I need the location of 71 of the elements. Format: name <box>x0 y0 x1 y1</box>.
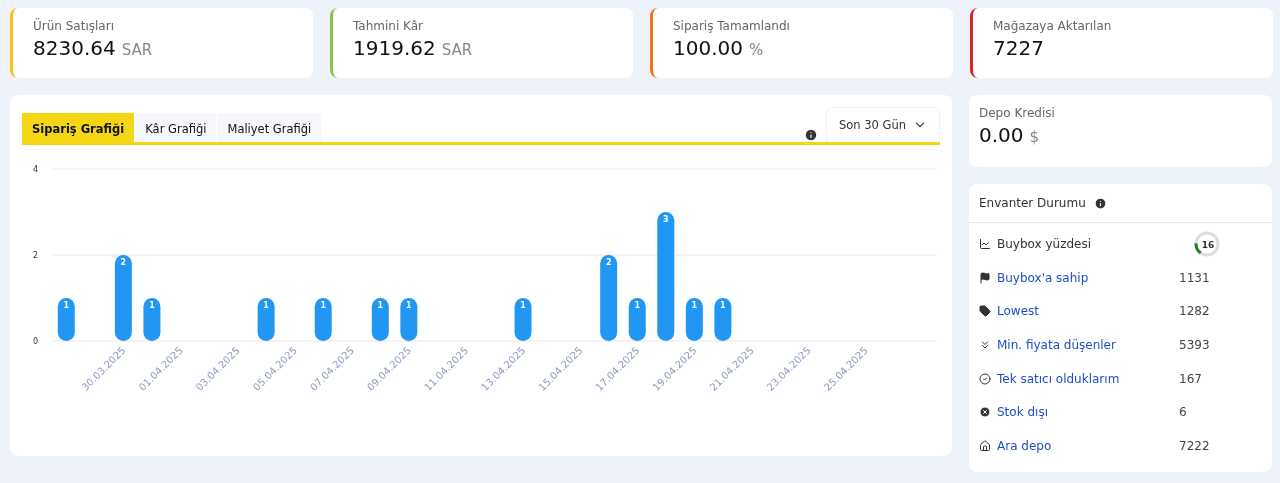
data-label: 1 <box>520 301 527 310</box>
data-label: 2 <box>120 258 127 267</box>
data-label: 1 <box>63 301 70 310</box>
inventory-link[interactable]: Lowest <box>997 304 1039 319</box>
y-axis-label: 0 <box>32 337 38 346</box>
data-label: 2 <box>605 258 612 267</box>
stat-unit: SAR <box>121 41 153 59</box>
data-label: 3 <box>663 215 669 224</box>
bar: 2 <box>114 255 132 341</box>
inventory-count: 167 <box>1179 371 1203 386</box>
bar: 1 <box>371 298 389 341</box>
bar: 1 <box>314 298 332 341</box>
bar: 3 <box>657 212 675 341</box>
data-label: 1 <box>320 301 327 310</box>
inventory-count: 6 <box>1179 405 1188 420</box>
data-label: 1 <box>406 301 413 310</box>
stat-label: Tahmini Kâr <box>353 19 425 33</box>
data-label: 1 <box>263 301 270 310</box>
chart-tab[interactable]: Sipariş Grafiği <box>22 113 135 142</box>
chart-tab[interactable]: Kâr Grafiği <box>135 113 217 142</box>
stat-value: 100.00 <box>673 36 743 60</box>
data-label: 1 <box>691 301 698 310</box>
inventory-link[interactable]: Stok dışı <box>997 405 1048 420</box>
bar: 1 <box>143 298 161 341</box>
line-chart-icon <box>979 237 991 250</box>
stat-value: 7227 <box>993 36 1044 60</box>
inventory-link[interactable]: Buybox'a sahip <box>997 270 1089 285</box>
stat-label: Ürün Satışları <box>33 19 115 33</box>
credit-unit: $ <box>1029 128 1040 146</box>
data-label: 1 <box>149 301 156 310</box>
credit-value: 0.00 <box>979 123 1024 147</box>
info-icon[interactable] <box>1093 196 1107 210</box>
y-axis-label: 2 <box>32 251 38 260</box>
stat-label: Sipariş Tamamlandı <box>673 19 791 33</box>
info-icon[interactable] <box>804 128 818 142</box>
chart-tab[interactable]: Maliyet Grafiği <box>217 113 322 142</box>
inventory-link[interactable]: Tek satıcı olduklarım <box>997 371 1120 386</box>
bar: 1 <box>685 298 703 341</box>
double-chevron-down-icon <box>979 338 991 351</box>
inventory-count: 1131 <box>1179 270 1211 285</box>
bar: 1 <box>57 298 75 341</box>
inventory-link[interactable]: Ara depo <box>997 438 1052 453</box>
inventory-count: 5393 <box>1179 337 1211 352</box>
stat-label: Mağazaya Aktarılan <box>993 19 1113 33</box>
bar: 1 <box>628 298 646 341</box>
bar: 1 <box>514 298 532 341</box>
data-label: 1 <box>377 301 384 310</box>
x-circle-icon <box>979 406 991 419</box>
inventory-title: Envanter Durumu <box>979 196 1086 210</box>
bar: 1 <box>257 298 275 341</box>
data-label: 1 <box>634 301 641 310</box>
period-dropdown[interactable]: Son 30 Gün <box>826 107 940 142</box>
bar: 1 <box>714 298 732 341</box>
inventory-count: 7222 <box>1179 438 1211 453</box>
inventory-label: Buybox yüzdesi <box>997 236 1092 251</box>
house-icon <box>979 439 991 452</box>
bar: 1 <box>400 298 418 341</box>
flag-icon <box>979 271 991 284</box>
data-label: 1 <box>720 301 727 310</box>
inventory-link[interactable]: Min. fiyata düşenler <box>997 337 1116 352</box>
tag-icon <box>979 305 991 318</box>
check-circle-icon <box>979 372 991 385</box>
stat-value: 1919.62 <box>353 36 436 60</box>
bar: 2 <box>600 255 618 341</box>
y-axis-label: 4 <box>32 165 38 174</box>
stat-unit: % <box>749 41 764 59</box>
credit-label: Depo Kredisi <box>979 106 1056 120</box>
inventory-count: 1282 <box>1179 304 1211 319</box>
stat-value: 8230.64 <box>33 36 116 60</box>
stat-unit: SAR <box>441 41 473 59</box>
gauge: 16 <box>1193 229 1221 258</box>
